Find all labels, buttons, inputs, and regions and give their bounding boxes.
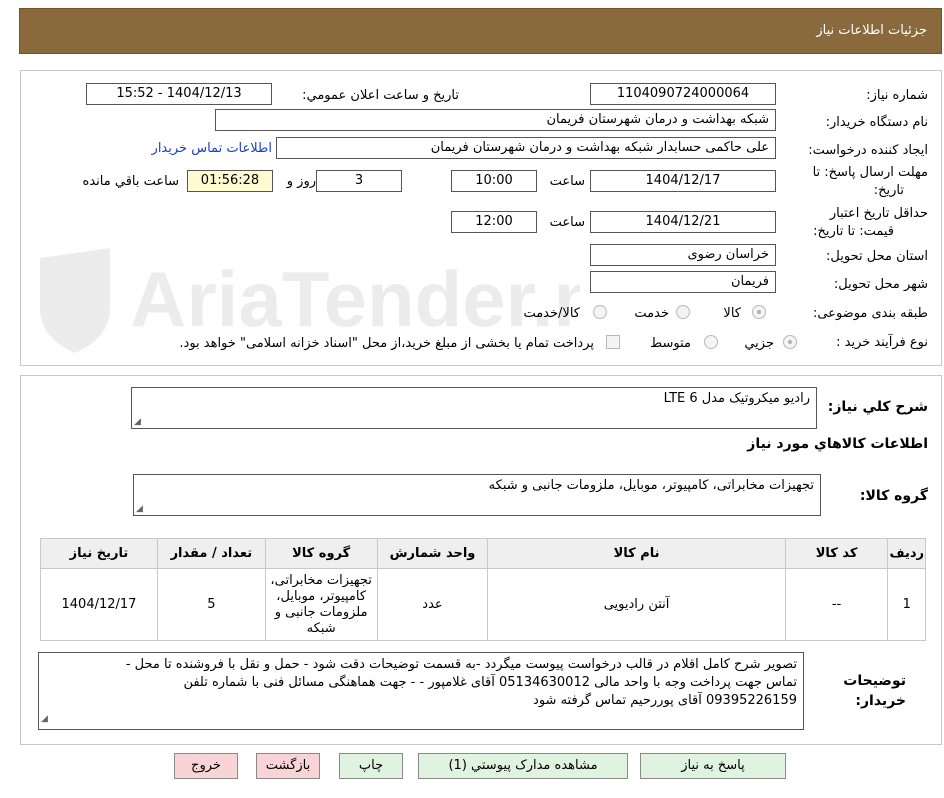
province-label: استان محل تحویل: [826,249,928,264]
buyer-notes-field[interactable]: تصویر شرح کامل اقلام در قالب درخواست پیو… [38,652,804,730]
goods-group-label: گروه کالا: [859,488,928,504]
buyer-notes-label-2: خریدار: [855,693,906,709]
requester-label: ایجاد کننده درخواست: [808,143,928,158]
validity-label: حداقل تاریخ اعتبار [829,206,928,221]
days-label: روز و [286,174,316,189]
category-service-radio[interactable] [676,305,690,319]
col-header-code: کد کالا [784,538,889,569]
deadline-date-field[interactable]: 1404/12/17 [590,170,776,192]
col-header-unit: واحد شمارش [376,538,489,569]
print-button[interactable]: چاپ [339,753,403,779]
process-minor-label: جزیي [744,336,774,351]
reply-button[interactable]: پاسخ به نیاز [640,753,786,779]
goods-info-title: اطلاعات کالاهاي مورد نیاز [747,436,928,452]
col-header-date: تاریخ نیاز [40,538,158,569]
summary-label: شرح کلي نیاز: [827,399,928,415]
cell-row-number: 1 [887,568,926,641]
category-goods-service-label: کالا/خدمت [523,306,580,321]
buyer-contact-link[interactable]: اطلاعات تماس خریدار [152,141,272,156]
category-label: طبقه بندی موضوعی: [812,306,928,321]
category-goods-service-radio[interactable] [593,305,607,319]
validity-time-label: ساعت [549,215,585,230]
resize-grip-icon[interactable]: ◢ [41,710,48,728]
table-header-row: ردیف کد کالا نام کالا واحد شمارش گروه کا… [40,538,926,569]
requester-field[interactable]: علی حاکمی حسابدار شبکه بهداشت و درمان شه… [276,137,776,159]
resize-grip-icon[interactable]: ◢ [134,417,141,427]
process-medium-label: متوسط [650,336,691,351]
page-header: جزئیات اطلاعات نیاز [19,8,942,54]
cell-group: تجهیزات مخابراتی، کامپیوتر، موبایل، ملزو… [264,568,378,641]
category-goods-label: کالا [723,306,741,321]
buyer-notes-label: توضیحات [843,673,906,689]
summary-field[interactable]: رادیو میکروتیک مدل LTE 6 ◢ [131,387,817,429]
deadline-time-label: ساعت [549,174,585,189]
announce-field[interactable]: 1404/12/13 - 15:52 [86,83,272,105]
table-row[interactable]: 1 -- آنتن رادیویی عدد تجهیزات مخابراتی، … [40,568,926,641]
treasury-note: پرداخت تمام یا بخشی از مبلغ خرید،از محل … [179,336,594,351]
process-medium-radio[interactable] [704,335,718,349]
summary-text: رادیو میکروتیک مدل LTE 6 [663,391,810,406]
goods-group-field[interactable]: تجهیزات مخابراتی، کامپیوتر، موبایل، ملزو… [133,474,821,516]
deadline-label-2: تاریخ: [873,183,904,198]
province-field[interactable]: خراسان رضوی [590,244,776,266]
city-label: شهر محل تحویل: [833,277,928,292]
category-goods-radio[interactable] [752,305,766,319]
need-number-label: شماره نیاز: [866,88,928,103]
days-remaining-field[interactable]: 3 [316,170,402,192]
cell-quantity: 5 [156,568,266,641]
buyer-notes-line-3: 09395226159 آقای پوررحیم تماس گرفته شود [533,693,797,708]
remaining-label: ساعت باقي مانده [82,174,179,189]
items-table: ردیف کد کالا نام کالا واحد شمارش گروه کا… [40,538,926,641]
view-attachments-button[interactable]: مشاهده مدارک پیوستي (1) [418,753,628,779]
process-minor-radio[interactable] [783,335,797,349]
deadline-label: مهلت ارسال پاسخ: تا [812,165,928,180]
city-field[interactable]: فریمان [590,271,776,293]
deadline-time-field[interactable]: 10:00 [451,170,537,192]
goods-group-text: تجهیزات مخابراتی، کامپیوتر، موبایل، ملزو… [488,478,814,493]
validity-date-field[interactable]: 1404/12/21 [590,211,776,233]
category-service-label: خدمت [634,306,669,321]
announce-label: تاریخ و ساعت اعلان عمومي: [302,88,459,103]
buyer-org-field[interactable]: شبکه بهداشت و درمان شهرستان فریمان [215,109,776,131]
buyer-org-label: نام دستگاه خریدار: [825,115,928,130]
cell-code: -- [784,568,889,641]
cell-unit: عدد [376,568,489,641]
col-header-name: نام کالا [487,538,786,569]
treasury-checkbox[interactable] [606,335,620,349]
exit-button[interactable]: خروج [174,753,238,779]
cell-date: 1404/12/17 [40,568,158,641]
col-header-group: گروه کالا [264,538,378,569]
validity-time-field[interactable]: 12:00 [451,211,537,233]
page-title: جزئیات اطلاعات نیاز [816,23,927,38]
buyer-notes-line-1: تصویر شرح کامل اقلام در قالب درخواست پیو… [125,657,797,672]
cell-name: آنتن رادیویی [487,568,786,641]
validity-label-2: قیمت: تا تاریخ: [813,224,894,239]
need-number-field[interactable]: 1104090724000064 [590,83,776,105]
col-header-quantity: تعداد / مقدار [156,538,266,569]
col-header-row-number: ردیف [887,538,926,569]
resize-grip-icon[interactable]: ◢ [136,504,143,514]
process-label: نوع فرآیند خرید : [836,335,928,350]
back-button[interactable]: بازگشت [256,753,320,779]
remaining-time-field: 01:56:28 [187,170,273,192]
buyer-notes-line-2: تماس جهت پرداخت وجه با واحد مالی 0513463… [183,675,797,690]
